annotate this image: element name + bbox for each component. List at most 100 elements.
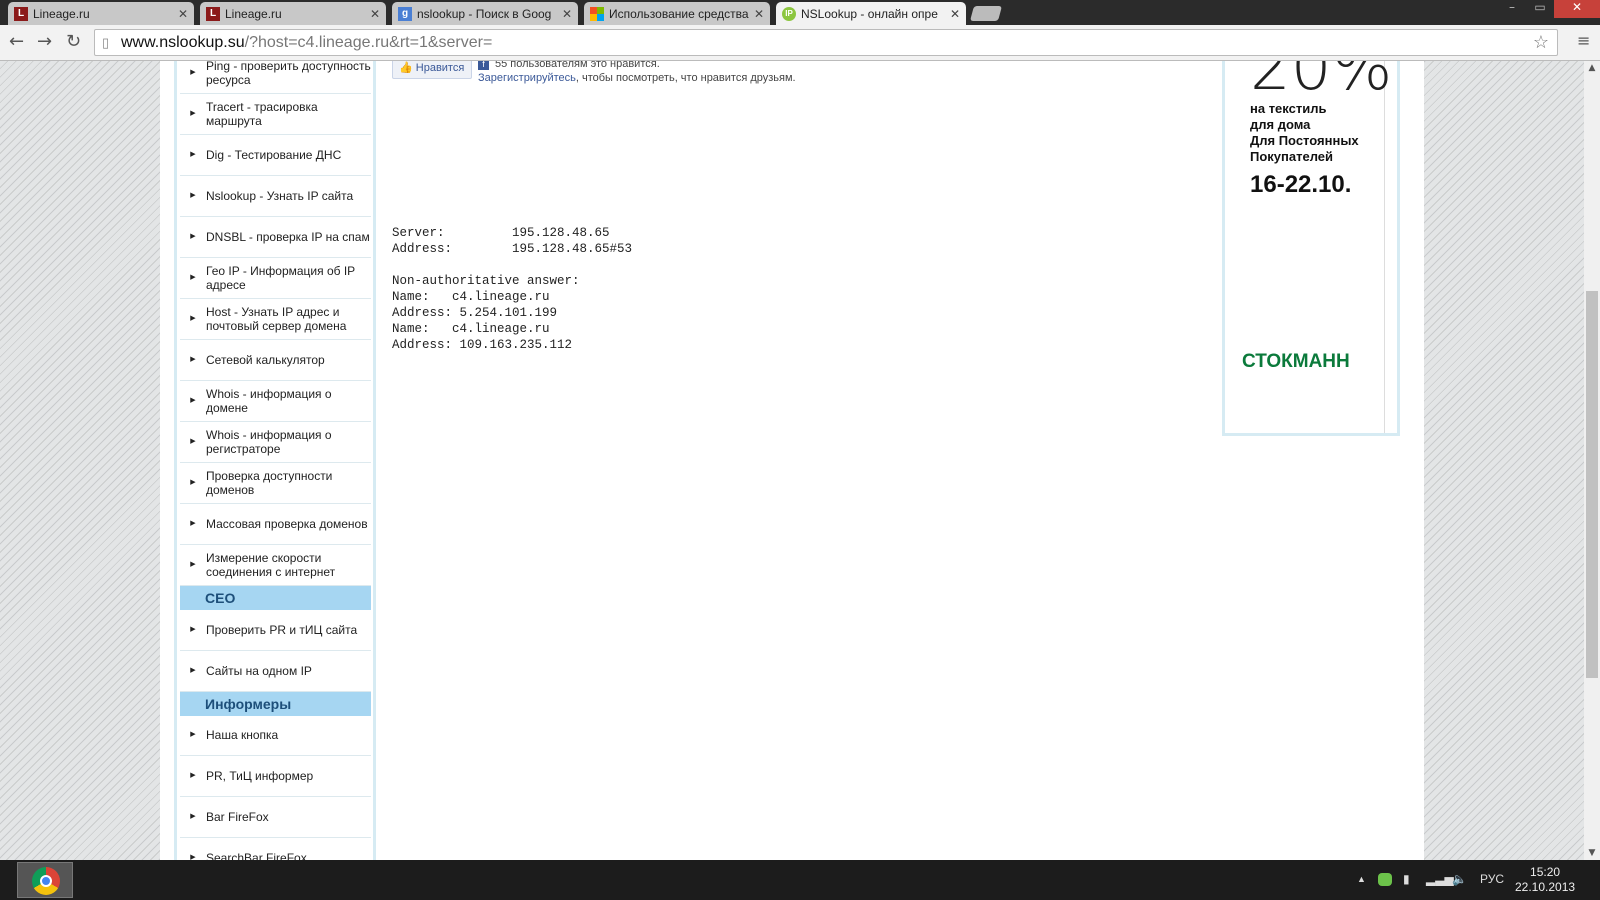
tab-lineage-2[interactable]: L Lineage.ru ✕ <box>200 2 386 25</box>
bullet-icon: ▶ <box>190 626 196 633</box>
sidebar-item[interactable]: ▶ SearchBar FireFox <box>180 838 371 860</box>
sidebar-item[interactable]: ▶ Whois - информация о регистраторе <box>180 422 371 463</box>
sidebar-item[interactable]: ▶ Dig - Тестирование ДНС <box>180 135 371 176</box>
sidebar-item-label: Host - Узнать IP адрес и почтовый сервер… <box>206 305 347 333</box>
bullet-icon: ▶ <box>190 438 196 445</box>
ad-text: на текстиль для дома Для Постоянных Покупат… <box>1250 101 1359 164</box>
url-host: www.nslookup.su <box>121 34 245 51</box>
tray-expand-icon[interactable]: ▲ <box>1357 874 1366 884</box>
ip-favicon-icon: IP <box>782 6 796 21</box>
sidebar-item[interactable]: ▶ Tracert - трасировка маршрута <box>180 94 371 135</box>
sidebar-section-header: СЕО <box>180 586 371 610</box>
scroll-down-icon[interactable]: ▼ <box>1584 848 1600 858</box>
volume-icon[interactable]: 🔈 <box>1452 872 1467 886</box>
bullet-icon: ▶ <box>190 854 196 860</box>
bullet-icon: ▶ <box>190 479 196 486</box>
forward-icon[interactable]: → <box>37 31 52 52</box>
tab-title: Lineage.ru <box>33 6 90 21</box>
browser-toolbar: ← → ↻ ▯ www.nslookup.su/?host=c4.lineage.… <box>0 25 1600 61</box>
sidebar-item[interactable]: ▶ Проверка доступности доменов <box>180 463 371 504</box>
close-window-button[interactable]: ✕ <box>1554 0 1600 18</box>
like-count: 55 пользователям это нравится. <box>495 61 660 70</box>
bullet-icon: ▶ <box>190 397 196 404</box>
sidebar: ▶ Ping - проверить доступность ресурса ▶ Tr… <box>180 61 371 860</box>
sidebar-item[interactable]: ▶ Сайты на одном IP <box>180 651 371 692</box>
nslookup-output: Server: 195.128.48.65 Address: 195.128.4… <box>392 226 633 352</box>
google-favicon-icon: g <box>398 6 412 21</box>
scroll-up-icon[interactable]: ▲ <box>1584 63 1600 73</box>
ad-dates: 16-22.10. <box>1250 171 1352 198</box>
sidebar-item-label: Ping - проверить доступность ресурса <box>206 61 371 87</box>
back-icon[interactable]: ← <box>9 31 24 52</box>
like-label: Нравится <box>415 62 465 74</box>
sidebar-item[interactable]: ▶ Наша кнопка <box>180 715 371 756</box>
sidebar-item-label: DNSBL - проверка IP на спам <box>206 230 370 244</box>
sidebar-item[interactable]: ▶ Измерение скорости соединения с интерне… <box>180 545 371 586</box>
clock[interactable]: 15:20 22.10.2013 <box>1515 865 1575 895</box>
bullet-icon: ▶ <box>190 520 196 527</box>
bullet-icon: ▶ <box>190 731 196 738</box>
like-info-text: , чтобы посмотреть, что нравится друзьям… <box>575 72 796 84</box>
sidebar-item[interactable]: ▶ Проверить PR и тИЦ сайта <box>180 610 371 651</box>
close-tab-icon[interactable]: ✕ <box>754 7 764 21</box>
tab-microsoft[interactable]: Использование средства ✕ <box>584 2 770 25</box>
battery-icon[interactable]: ▮ <box>1403 872 1410 886</box>
minimize-button[interactable]: – <box>1498 0 1526 18</box>
sidebar-item-label: Tracert - трасировка маршрута <box>206 100 318 128</box>
sidebar-item-label: Сайты на одном IP <box>206 664 312 678</box>
signal-icon[interactable]: ▂▃▅ <box>1426 872 1454 886</box>
sidebar-item[interactable]: ▶ Сетевой калькулятор <box>180 340 371 381</box>
sidebar-item[interactable]: ▶ Whois - информация о домене <box>180 381 371 422</box>
close-tab-icon[interactable]: ✕ <box>950 7 960 21</box>
facebook-icon: f <box>478 61 489 70</box>
vertical-scrollbar[interactable]: ▲ ▼ <box>1584 61 1600 860</box>
sidebar-item[interactable]: ▶ PR, ТиЦ информер <box>180 756 371 797</box>
security-tray-icon[interactable] <box>1378 873 1392 886</box>
sidebar-item[interactable]: ▶ Bar FireFox <box>180 797 371 838</box>
bullet-icon: ▶ <box>190 772 196 779</box>
maximize-button[interactable]: ▭ <box>1526 0 1554 18</box>
reload-icon[interactable]: ↻ <box>66 31 81 52</box>
sidebar-item[interactable]: ▶ Host - Узнать IP адрес и почтовый серве… <box>180 299 371 340</box>
menu-icon[interactable]: ≡ <box>1577 31 1590 50</box>
ad-percent: 20% <box>1250 61 1393 105</box>
sidebar-item[interactable]: ▶ Ping - проверить доступность ресурса <box>180 61 371 94</box>
tab-nslookup[interactable]: IP NSLookup - онлайн опре ✕ <box>776 2 966 25</box>
sidebar-item-label: Сетевой калькулятор <box>206 353 325 367</box>
lineage-favicon-icon: L <box>206 6 220 21</box>
bullet-icon: ▶ <box>190 274 196 281</box>
close-tab-icon[interactable]: ✕ <box>562 7 572 21</box>
bullet-icon: ▶ <box>190 69 196 76</box>
bullet-icon: ▶ <box>190 110 196 117</box>
sidebar-item-label: Nslookup - Узнать IP сайта <box>206 189 354 203</box>
close-tab-icon[interactable]: ✕ <box>370 7 380 21</box>
sidebar-item[interactable]: ▶ Массовая проверка доменов <box>180 504 371 545</box>
sidebar-item[interactable]: ▶ Nslookup - Узнать IP сайта <box>180 176 371 217</box>
sidebar-item[interactable]: ▶ DNSBL - проверка IP на спам <box>180 217 371 258</box>
register-link[interactable]: Зарегистрируйтесь <box>478 72 576 84</box>
language-indicator[interactable]: РУС <box>1480 872 1504 886</box>
tab-title: NSLookup - онлайн опре <box>801 6 938 21</box>
sidebar-item[interactable]: ▶ Гео IP - Информация об IP адресе <box>180 258 371 299</box>
sidebar-item-label: Гео IP - Информация об IP адресе <box>206 264 355 292</box>
bullet-icon: ▶ <box>190 356 196 363</box>
facebook-like-button[interactable]: 👍 Нравится <box>392 61 472 79</box>
new-tab-button[interactable] <box>969 6 1003 21</box>
tab-title: Использование средства <box>609 6 749 21</box>
bullet-icon: ▶ <box>190 192 196 199</box>
close-tab-icon[interactable]: ✕ <box>178 7 188 21</box>
chrome-taskbar-button[interactable] <box>17 862 73 898</box>
scrollbar-thumb[interactable] <box>1586 291 1598 678</box>
bullet-icon: ▶ <box>190 233 196 240</box>
tab-google-search[interactable]: g nslookup - Поиск в Goog ✕ <box>392 2 578 25</box>
bookmark-star-icon[interactable]: ☆ <box>1533 30 1549 55</box>
sidebar-item-label: Наша кнопка <box>206 728 279 742</box>
divider <box>373 61 376 860</box>
facebook-like-info: f 55 пользователям это нравится. Зарегистр… <box>478 61 796 85</box>
tab-strip: L Lineage.ru ✕ L Lineage.ru ✕ g nslookup - По… <box>0 0 1600 25</box>
microsoft-favicon-icon <box>590 6 604 21</box>
tab-title: Lineage.ru <box>225 6 282 21</box>
stockmann-ad-banner[interactable]: 20% на текстиль для дома Для Постоянных Пок… <box>1222 61 1400 436</box>
address-bar[interactable]: ▯ www.nslookup.su/?host=c4.lineage.ru&rt=… <box>94 29 1558 56</box>
tab-lineage-1[interactable]: L Lineage.ru ✕ <box>8 2 194 25</box>
